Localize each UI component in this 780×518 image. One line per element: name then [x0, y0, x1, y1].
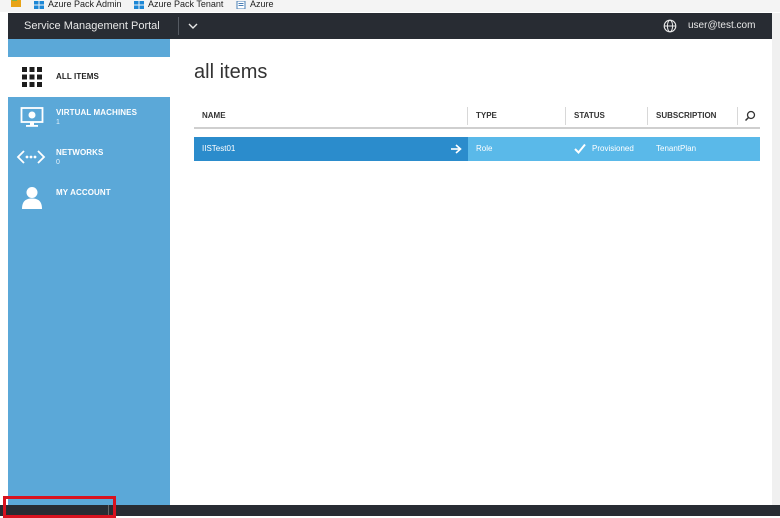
grid-icon	[22, 67, 42, 87]
arrow-right-icon[interactable]	[450, 144, 462, 154]
column-header-type[interactable]: TYPE	[476, 105, 497, 127]
bookmark-azure-pack-admin[interactable]: Azure Pack Admin	[34, 0, 122, 10]
column-divider	[737, 107, 738, 125]
monitor-icon	[20, 107, 44, 127]
column-divider	[467, 107, 468, 125]
portal-title[interactable]: Service Management Portal	[24, 13, 160, 39]
windows-icon	[134, 0, 144, 9]
sidebar-item-count: 0	[56, 159, 60, 166]
main-content: all items NAME TYPE STATUS SUBSCRIPTION …	[170, 39, 772, 505]
portal-header: Service Management Portal user@test.com	[8, 13, 772, 39]
row-status: Provisioned	[592, 144, 634, 153]
sidebar-item-all-items[interactable]: ALL ITEMS	[8, 57, 170, 97]
sidebar-item-label: MY ACCOUNT	[56, 188, 111, 197]
window-edge	[772, 13, 780, 505]
bookmark-azure[interactable]: Azure	[236, 0, 274, 10]
sidebar-item-my-account[interactable]: MY ACCOUNT	[8, 177, 170, 217]
column-header-subscription[interactable]: SUBSCRIPTION	[656, 105, 716, 127]
search-icon[interactable]	[744, 110, 756, 122]
name-cell[interactable]: IISTest01	[194, 137, 468, 161]
network-icon	[16, 150, 46, 164]
bookmark-azure-pack-tenant[interactable]: Azure Pack Tenant	[134, 0, 223, 10]
chevron-down-icon[interactable]	[186, 17, 200, 35]
user-icon	[22, 187, 42, 209]
column-divider	[565, 107, 566, 125]
globe-icon[interactable]	[663, 19, 677, 33]
bookmark-label: Azure Pack Tenant	[148, 0, 224, 9]
user-account-link[interactable]: user@test.com	[688, 13, 755, 39]
column-divider	[647, 107, 648, 125]
row-type: Role	[476, 144, 493, 153]
page-title: all items	[194, 61, 268, 83]
checkmark-icon	[574, 143, 586, 154]
header-divider	[178, 17, 179, 35]
bookmark-label: Azure Pack Admin	[48, 0, 122, 9]
row-name: IISTest01	[202, 144, 236, 153]
column-header-name[interactable]: NAME	[202, 105, 226, 127]
sidebar-item-virtual-machines[interactable]: VIRTUAL MACHINES 1	[8, 97, 170, 137]
row-subscription: TenantPlan	[656, 144, 697, 153]
highlight-box	[3, 496, 116, 518]
command-bar	[0, 505, 780, 516]
favorites-icon[interactable]	[10, 0, 22, 10]
sidebar: ALL ITEMS VIRTUAL MACHINES 1 NETWORKS 0 …	[8, 39, 170, 505]
windows-icon	[34, 0, 44, 9]
page-icon	[236, 0, 246, 9]
bookmark-label: Azure	[250, 0, 274, 9]
sidebar-item-networks[interactable]: NETWORKS 0	[8, 137, 170, 177]
sidebar-item-count: 1	[56, 119, 60, 126]
column-header-status[interactable]: STATUS	[574, 105, 605, 127]
table-row[interactable]: IISTest01 Role Provisioned TenantPlan	[194, 137, 760, 161]
sidebar-item-label: VIRTUAL MACHINES	[56, 108, 138, 117]
table-header: NAME TYPE STATUS SUBSCRIPTION	[194, 105, 760, 129]
sidebar-item-label: ALL ITEMS	[56, 72, 99, 81]
sidebar-item-label: NETWORKS	[56, 148, 104, 157]
bookmarks-bar: Azure Pack Admin Azure Pack Tenant Azure	[0, 0, 780, 12]
